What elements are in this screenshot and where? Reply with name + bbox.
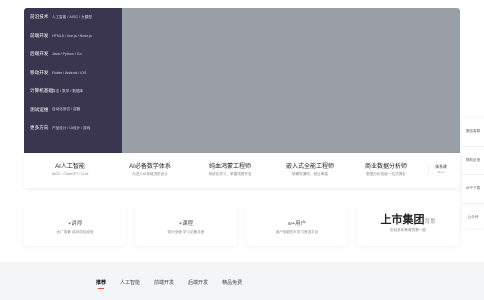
stat-unit: w+用户 xyxy=(287,221,307,227)
tab-ai[interactable]: 人工智能 xyxy=(120,276,140,289)
stat-card-group[interactable]: 上市集团背景 历经多年教育的第一股 xyxy=(357,206,459,246)
category-subs: 自动化测试 / 容器 xyxy=(52,107,81,112)
course-card[interactable]: 嵌入式全能工程师 软硬件通吃，就业率高 xyxy=(270,163,350,177)
category-item[interactable]: 前端开发 HTML5 / Vue.js / Node.js xyxy=(24,27,122,46)
course-card[interactable]: AI必备数学体系 为进入AI领域进阶设计 xyxy=(110,163,190,177)
course-desc: 系统化学习，掌握鸿蒙开发 xyxy=(208,172,252,176)
stat-desc: 用户信赖的IT学习首选平台 xyxy=(275,230,319,234)
side-item-official[interactable]: 公众号 xyxy=(462,204,484,232)
course-card[interactable]: AI人工智能 AIGC / ChatGPT / LLM xyxy=(30,163,110,177)
stat-desc: 知识全面 学习必备手册 xyxy=(167,230,205,234)
tab-frontend[interactable]: 前端开发 xyxy=(154,276,174,289)
category-menu: 前沿技术 人工智能 / AIGC / 大模型 前端开发 HTML5 / Vue.js… xyxy=(24,8,122,153)
category-title: 更多方向 xyxy=(30,125,49,131)
stat-value: +讲师 xyxy=(24,218,126,229)
side-item-feedback[interactable]: 帮助反馈 xyxy=(462,147,484,175)
category-item[interactable]: 后端开发 Java / Python / Go xyxy=(24,45,122,64)
category-title: 前沿技术 xyxy=(30,14,49,20)
stat-value: +课程 xyxy=(135,218,237,229)
system-course-link[interactable]: 体系课 More xyxy=(428,165,453,174)
stat-unit: +讲师 xyxy=(67,221,83,227)
category-subs: 算法 / 数学 / 数据库 xyxy=(52,88,84,93)
stat-unit: 背景 xyxy=(424,219,436,225)
course-name: AI必备数学体系 xyxy=(129,164,171,170)
category-title: 前端开发 xyxy=(30,32,49,38)
course-card[interactable]: 商业数据分析师 数据分析技能一站式搞定 xyxy=(346,163,426,177)
side-item-app[interactable]: APP下载 xyxy=(462,175,484,204)
stat-desc: 大厂背景 成功项目经验 xyxy=(56,230,94,234)
course-desc: 为进入AI领域进阶设计 xyxy=(132,172,168,176)
stat-unit: +课程 xyxy=(178,221,194,227)
category-subs: Java / Python / Go xyxy=(52,52,82,57)
tab-recommend[interactable]: 推荐 xyxy=(96,276,106,289)
course-name: 商业数据分析师 xyxy=(364,164,407,170)
content-tabs: 推荐 人工智能 前端开发 后端开发 精品免费 xyxy=(0,276,484,292)
course-name: 嵌入式全能工程师 xyxy=(285,164,334,170)
stat-number: 上市集团 xyxy=(380,214,425,226)
category-subs: 人工智能 / AIGC / 大模型 xyxy=(52,14,92,19)
course-name: AI人工智能 xyxy=(55,164,85,170)
course-strip: AI人工智能 AIGC / ChatGPT / LLM AI必备数学体系 为进入AI… xyxy=(24,153,460,188)
course-card[interactable]: 纯血鸿蒙工程师 系统化学习，掌握鸿蒙开发 xyxy=(190,163,270,177)
tab-backend[interactable]: 后端开发 xyxy=(188,276,208,289)
course-desc: AIGC / ChatGPT / LLM xyxy=(51,172,89,176)
category-item[interactable]: 计算机基础 算法 / 数学 / 数据库 xyxy=(24,82,122,101)
category-item[interactable]: 测试运维 自动化测试 / 容器 xyxy=(24,101,122,120)
course-desc: 数据分析技能一站式搞定 xyxy=(366,172,406,176)
stat-value: w+用户 xyxy=(246,218,348,229)
course-desc: 软硬件通吃，就业率高 xyxy=(292,172,328,176)
system-course-sub: More xyxy=(437,170,445,174)
stat-card-courses[interactable]: +课程知识全面 学习必备手册 xyxy=(135,206,237,246)
category-subs: 产品设计 / UI设计 / 游戏 xyxy=(52,125,91,130)
stat-value: 上市集团背景 xyxy=(357,215,459,227)
side-item-wechat[interactable]: 微信客服 xyxy=(462,118,484,147)
category-item[interactable]: 移动开发 Flutter / Android / iOS xyxy=(24,64,122,83)
category-title: 移动开发 xyxy=(30,69,49,75)
hero-banner[interactable] xyxy=(122,8,460,153)
side-panel: 微信客服 帮助反馈 APP下载 公众号 xyxy=(462,118,484,228)
stat-card-users[interactable]: w+用户用户信赖的IT学习首选平台 xyxy=(246,206,348,246)
category-subs: Flutter / Android / iOS xyxy=(52,70,87,75)
tab-free[interactable]: 精品免费 xyxy=(222,276,242,289)
hero-section: 前沿技术 人工智能 / AIGC / 大模型 前端开发 HTML5 / Vue.js… xyxy=(24,8,460,153)
category-item[interactable]: 更多方向 产品设计 / UI设计 / 游戏 xyxy=(24,119,122,138)
stat-card-teachers[interactable]: +讲师大厂背景 成功项目经验 xyxy=(24,206,126,246)
category-title: 计算机基础 xyxy=(30,88,53,94)
category-item[interactable]: 前沿技术 人工智能 / AIGC / 大模型 xyxy=(24,8,122,27)
stat-desc: 历经多年教育的第一股 xyxy=(390,228,426,232)
category-title: 测试运维 xyxy=(30,106,49,112)
category-subs: HTML5 / Vue.js / Node.js xyxy=(52,33,92,38)
category-title: 后端开发 xyxy=(30,51,49,57)
course-name: 纯血鸿蒙工程师 xyxy=(208,164,251,170)
